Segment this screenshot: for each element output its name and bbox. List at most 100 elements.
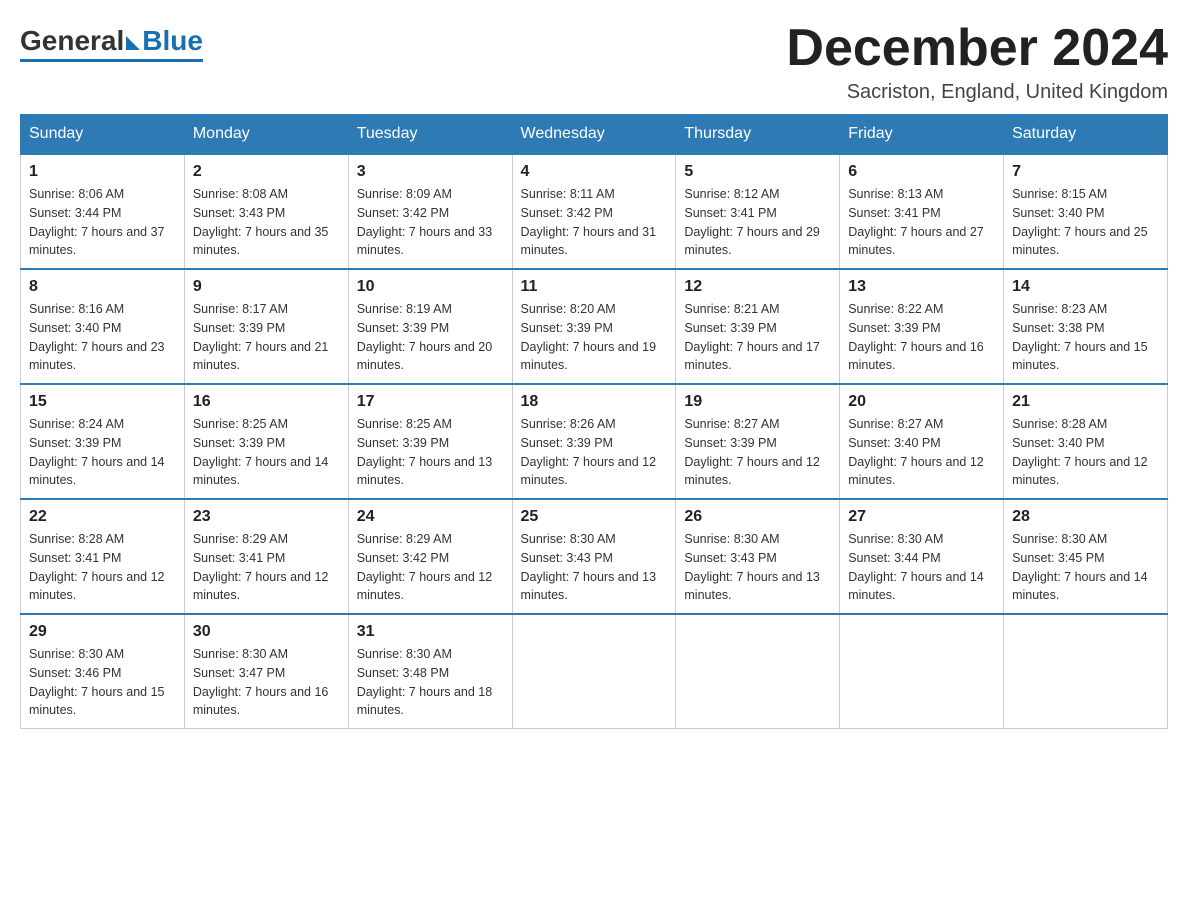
day-info: Sunrise: 8:30 AMSunset: 3:43 PMDaylight:… xyxy=(521,530,668,605)
day-info: Sunrise: 8:29 AMSunset: 3:41 PMDaylight:… xyxy=(193,530,340,605)
day-number: 17 xyxy=(357,393,504,411)
calendar-day-11: 11 Sunrise: 8:20 AMSunset: 3:39 PMDayligh… xyxy=(512,269,676,384)
day-info: Sunrise: 8:13 AMSunset: 3:41 PMDaylight:… xyxy=(848,185,995,260)
day-info: Sunrise: 8:29 AMSunset: 3:42 PMDaylight:… xyxy=(357,530,504,605)
day-number: 26 xyxy=(684,508,831,526)
day-number: 29 xyxy=(29,623,176,641)
calendar-day-17: 17 Sunrise: 8:25 AMSunset: 3:39 PMDayligh… xyxy=(348,384,512,499)
day-info: Sunrise: 8:30 AMSunset: 3:48 PMDaylight:… xyxy=(357,645,504,720)
day-number: 21 xyxy=(1012,393,1159,411)
day-info: Sunrise: 8:28 AMSunset: 3:41 PMDaylight:… xyxy=(29,530,176,605)
calendar-day-8: 8Sunrise: 8:16 AMSunset: 3:40 PMDaylight… xyxy=(21,269,185,384)
day-info: Sunrise: 8:06 AMSunset: 3:44 PMDaylight:… xyxy=(29,185,176,260)
calendar-day-27: 27 Sunrise: 8:30 AMSunset: 3:44 PMDayligh… xyxy=(840,499,1004,614)
day-info: Sunrise: 8:08 AMSunset: 3:43 PMDaylight:… xyxy=(193,185,340,260)
calendar-day-7: 7 Sunrise: 8:15 AMSunset: 3:40 PMDaylight… xyxy=(1004,154,1168,269)
page-header: General Blue December 2024 Sacriston, En… xyxy=(20,20,1168,104)
day-number: 4 xyxy=(521,163,668,181)
month-title: December 2024 xyxy=(786,20,1168,77)
title-section: December 2024 Sacriston, England, United… xyxy=(786,20,1168,104)
calendar-day-24: 24 Sunrise: 8:29 AMSunset: 3:42 PMDayligh… xyxy=(348,499,512,614)
calendar-day-16: 16 Sunrise: 8:25 AMSunset: 3:39 PMDayligh… xyxy=(184,384,348,499)
day-number: 18 xyxy=(521,393,668,411)
location-subtitle: Sacriston, England, United Kingdom xyxy=(786,81,1168,104)
day-info: Sunrise: 8:30 AMSunset: 3:45 PMDaylight:… xyxy=(1012,530,1159,605)
weekday-header-sunday: Sunday xyxy=(21,115,185,155)
day-info: Sunrise: 8:11 AMSunset: 3:42 PMDaylight:… xyxy=(521,185,668,260)
day-number: 13 xyxy=(848,278,995,296)
calendar-day-23: 23Sunrise: 8:29 AMSunset: 3:41 PMDayligh… xyxy=(184,499,348,614)
calendar-day-1: 1 Sunrise: 8:06 AMSunset: 3:44 PMDaylight… xyxy=(21,154,185,269)
day-info: Sunrise: 8:16 AMSunset: 3:40 PMDaylight:… xyxy=(29,300,176,375)
day-number: 5 xyxy=(684,163,831,181)
day-info: Sunrise: 8:17 AMSunset: 3:39 PMDaylight:… xyxy=(193,300,340,375)
week-row-3: 15Sunrise: 8:24 AMSunset: 3:39 PMDayligh… xyxy=(21,384,1168,499)
calendar-day-28: 28Sunrise: 8:30 AMSunset: 3:45 PMDayligh… xyxy=(1004,499,1168,614)
day-info: Sunrise: 8:20 AMSunset: 3:39 PMDaylight:… xyxy=(521,300,668,375)
logo-blue-text: Blue xyxy=(142,25,203,57)
calendar-day-30: 30 Sunrise: 8:30 AMSunset: 3:47 PMDayligh… xyxy=(184,614,348,729)
day-number: 16 xyxy=(193,393,340,411)
day-info: Sunrise: 8:30 AMSunset: 3:47 PMDaylight:… xyxy=(193,645,340,720)
day-info: Sunrise: 8:25 AMSunset: 3:39 PMDaylight:… xyxy=(193,415,340,490)
weekday-header-thursday: Thursday xyxy=(676,115,840,155)
week-row-1: 1 Sunrise: 8:06 AMSunset: 3:44 PMDaylight… xyxy=(21,154,1168,269)
day-number: 6 xyxy=(848,163,995,181)
calendar-day-13: 13Sunrise: 8:22 AMSunset: 3:39 PMDayligh… xyxy=(840,269,1004,384)
calendar-day-22: 22 Sunrise: 8:28 AMSunset: 3:41 PMDayligh… xyxy=(21,499,185,614)
day-info: Sunrise: 8:21 AMSunset: 3:39 PMDaylight:… xyxy=(684,300,831,375)
weekday-header-saturday: Saturday xyxy=(1004,115,1168,155)
weekday-header-friday: Friday xyxy=(840,115,1004,155)
calendar-header-row: SundayMondayTuesdayWednesdayThursdayFrid… xyxy=(21,115,1168,155)
week-row-5: 29 Sunrise: 8:30 AMSunset: 3:46 PMDayligh… xyxy=(21,614,1168,729)
day-info: Sunrise: 8:30 AMSunset: 3:44 PMDaylight:… xyxy=(848,530,995,605)
calendar-day-25: 25 Sunrise: 8:30 AMSunset: 3:43 PMDayligh… xyxy=(512,499,676,614)
calendar-day-26: 26 Sunrise: 8:30 AMSunset: 3:43 PMDayligh… xyxy=(676,499,840,614)
calendar-day-18: 18Sunrise: 8:26 AMSunset: 3:39 PMDayligh… xyxy=(512,384,676,499)
week-row-2: 8Sunrise: 8:16 AMSunset: 3:40 PMDaylight… xyxy=(21,269,1168,384)
weekday-header-monday: Monday xyxy=(184,115,348,155)
day-info: Sunrise: 8:25 AMSunset: 3:39 PMDaylight:… xyxy=(357,415,504,490)
day-number: 7 xyxy=(1012,163,1159,181)
day-number: 27 xyxy=(848,508,995,526)
empty-cell xyxy=(512,614,676,729)
empty-cell xyxy=(676,614,840,729)
calendar-day-29: 29 Sunrise: 8:30 AMSunset: 3:46 PMDayligh… xyxy=(21,614,185,729)
empty-cell xyxy=(1004,614,1168,729)
day-info: Sunrise: 8:09 AMSunset: 3:42 PMDaylight:… xyxy=(357,185,504,260)
day-info: Sunrise: 8:19 AMSunset: 3:39 PMDaylight:… xyxy=(357,300,504,375)
day-number: 25 xyxy=(521,508,668,526)
day-number: 2 xyxy=(193,163,340,181)
calendar-day-20: 20 Sunrise: 8:27 AMSunset: 3:40 PMDayligh… xyxy=(840,384,1004,499)
day-number: 9 xyxy=(193,278,340,296)
calendar-day-14: 14Sunrise: 8:23 AMSunset: 3:38 PMDayligh… xyxy=(1004,269,1168,384)
weekday-header-wednesday: Wednesday xyxy=(512,115,676,155)
day-info: Sunrise: 8:27 AMSunset: 3:39 PMDaylight:… xyxy=(684,415,831,490)
calendar-day-4: 4 Sunrise: 8:11 AMSunset: 3:42 PMDaylight… xyxy=(512,154,676,269)
day-number: 15 xyxy=(29,393,176,411)
day-info: Sunrise: 8:30 AMSunset: 3:43 PMDaylight:… xyxy=(684,530,831,605)
day-number: 30 xyxy=(193,623,340,641)
day-info: Sunrise: 8:15 AMSunset: 3:40 PMDaylight:… xyxy=(1012,185,1159,260)
calendar-day-19: 19 Sunrise: 8:27 AMSunset: 3:39 PMDayligh… xyxy=(676,384,840,499)
calendar-day-3: 3 Sunrise: 8:09 AMSunset: 3:42 PMDaylight… xyxy=(348,154,512,269)
day-number: 11 xyxy=(521,278,668,296)
calendar-day-2: 2 Sunrise: 8:08 AMSunset: 3:43 PMDaylight… xyxy=(184,154,348,269)
logo-arrow-icon xyxy=(126,36,140,50)
calendar-day-21: 21 Sunrise: 8:28 AMSunset: 3:40 PMDayligh… xyxy=(1004,384,1168,499)
day-number: 1 xyxy=(29,163,176,181)
day-info: Sunrise: 8:23 AMSunset: 3:38 PMDaylight:… xyxy=(1012,300,1159,375)
calendar-day-31: 31Sunrise: 8:30 AMSunset: 3:48 PMDayligh… xyxy=(348,614,512,729)
calendar-day-12: 12Sunrise: 8:21 AMSunset: 3:39 PMDayligh… xyxy=(676,269,840,384)
calendar-day-15: 15Sunrise: 8:24 AMSunset: 3:39 PMDayligh… xyxy=(21,384,185,499)
calendar-day-10: 10Sunrise: 8:19 AMSunset: 3:39 PMDayligh… xyxy=(348,269,512,384)
calendar-day-6: 6 Sunrise: 8:13 AMSunset: 3:41 PMDaylight… xyxy=(840,154,1004,269)
day-number: 24 xyxy=(357,508,504,526)
day-info: Sunrise: 8:28 AMSunset: 3:40 PMDaylight:… xyxy=(1012,415,1159,490)
day-number: 19 xyxy=(684,393,831,411)
day-info: Sunrise: 8:30 AMSunset: 3:46 PMDaylight:… xyxy=(29,645,176,720)
day-number: 3 xyxy=(357,163,504,181)
day-number: 22 xyxy=(29,508,176,526)
day-info: Sunrise: 8:27 AMSunset: 3:40 PMDaylight:… xyxy=(848,415,995,490)
day-number: 20 xyxy=(848,393,995,411)
